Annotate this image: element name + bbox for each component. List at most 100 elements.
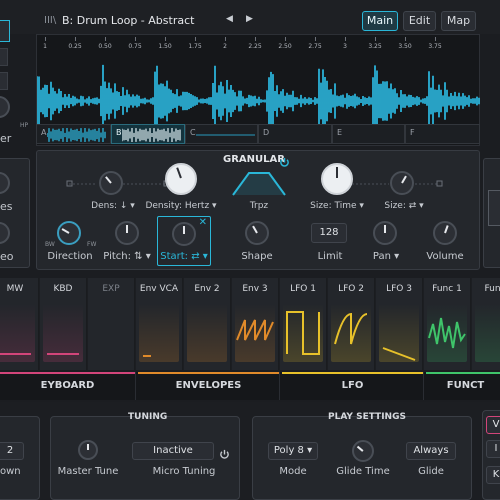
master-tune-knob[interactable] [78, 440, 98, 460]
ruler-label: 0.75 [128, 43, 142, 50]
micro-tuning-value[interactable]: Inactive [132, 442, 214, 460]
tab-edit[interactable]: Edit [403, 11, 436, 31]
ruler-label: 2 [223, 43, 227, 50]
ruler-tick [315, 37, 316, 41]
power-icon[interactable] [219, 445, 230, 464]
mode-dropdown[interactable]: Poly 8 ▾ [268, 442, 318, 460]
pitch-knob[interactable] [115, 221, 139, 245]
right-button-i[interactable]: I [486, 440, 500, 458]
mod-source-visual [427, 304, 467, 362]
tab-envelopes[interactable]: ENVELOPES [138, 372, 280, 400]
mod-source-lfo-3[interactable]: LFO 3 [376, 278, 423, 370]
shape-knob[interactable] [245, 221, 269, 245]
glide-time-knob[interactable] [352, 440, 374, 462]
ruler-tick [285, 37, 286, 41]
slice-d[interactable]: D [258, 124, 332, 144]
mod-source-env-2[interactable]: Env 2 [184, 278, 231, 370]
mod-source-exp[interactable]: EXP [88, 278, 135, 370]
dens-label[interactable]: Dens: ↓ ▾ [91, 201, 135, 211]
mod-source-shape [382, 347, 416, 361]
mod-source-shape [428, 317, 466, 349]
ruler-tick [195, 37, 196, 41]
left-bottom-value[interactable]: 2 [0, 442, 24, 460]
slice-c[interactable]: C [185, 124, 258, 144]
limit-value[interactable]: 128 [311, 223, 347, 243]
ruler-tick [405, 37, 406, 41]
volume-knob[interactable] [433, 221, 457, 245]
left-bottom-label: own [0, 466, 21, 477]
tab-color-bar [426, 372, 500, 374]
mod-source-func-1[interactable]: Func 1 [424, 278, 471, 370]
slice-thumbnail [196, 134, 255, 136]
left-panel-box-2[interactable] [0, 72, 8, 90]
right-side-button[interactable] [488, 190, 500, 226]
density-label[interactable]: Density: Hertz ▾ [145, 201, 216, 211]
previous-preset-button[interactable]: ◀ [226, 14, 233, 24]
size-knob[interactable] [390, 171, 414, 195]
slice-label: D [263, 128, 270, 137]
left-panel-knob[interactable] [0, 96, 10, 118]
left-panel-button[interactable] [0, 20, 10, 42]
tuning-title: TUNING [128, 412, 168, 422]
close-icon[interactable]: ✕ [199, 217, 207, 228]
ruler-label: 2.75 [308, 43, 322, 50]
slice-f[interactable]: F [405, 124, 480, 144]
tab-funct[interactable]: FUNCT [426, 372, 500, 400]
limit-label: Limit [317, 251, 343, 262]
bottom-settings: 2 own TUNING Master Tune Inactive Micro … [0, 402, 500, 500]
mod-source-mw[interactable]: MW [0, 278, 39, 370]
mod-source-label: Func [484, 284, 500, 294]
glide-mode-value[interactable]: Always [406, 442, 456, 460]
mod-source-env-3[interactable]: Env 3 [232, 278, 279, 370]
tab-map[interactable]: Map [441, 11, 476, 31]
size-label[interactable]: Size: ⇄ ▾ [384, 201, 423, 211]
density-knob[interactable] [165, 163, 197, 195]
slice-b[interactable]: B [111, 124, 185, 144]
ruler-label: 3.25 [368, 43, 382, 50]
mod-source-label: MW [6, 284, 24, 294]
direction-knob[interactable] [57, 221, 81, 245]
ruler-label: 2.25 [248, 43, 262, 50]
start-label[interactable]: Start: ⇄ ▾ [160, 251, 208, 262]
left-label-eo: eo [0, 250, 14, 263]
slice-label: C [190, 128, 196, 137]
mod-source-shape [475, 304, 500, 362]
mod-source-visual [283, 304, 323, 362]
fw-label: FW [87, 241, 97, 248]
trapezoid-shape-display[interactable] [231, 169, 287, 197]
tab-lfo[interactable]: LFO [282, 372, 424, 400]
mod-source-shape [47, 353, 79, 355]
dens-knob[interactable] [99, 171, 123, 195]
mod-source-lfo-2[interactable]: LFO 2 [328, 278, 375, 370]
mode-label: Mode [279, 466, 307, 477]
slice-e[interactable]: E [332, 124, 405, 144]
pan-label[interactable]: Pan ▾ [373, 251, 399, 262]
left-panel-box[interactable] [0, 48, 8, 66]
size-time-knob[interactable] [321, 163, 353, 195]
size-time-label[interactable]: Size: Time ▾ [310, 201, 364, 211]
mod-source-func[interactable]: Func [472, 278, 500, 370]
tab-eyboard[interactable]: EYBOARD [0, 372, 136, 400]
trpz-label[interactable]: Trpz [250, 201, 268, 211]
mod-source-shape [286, 311, 320, 355]
ruler-label: 0.25 [68, 43, 82, 50]
next-preset-button[interactable]: ▶ [246, 14, 253, 24]
mod-source-lfo-1[interactable]: LFO 1 [280, 278, 327, 370]
mod-source-label: KBD [53, 284, 73, 294]
right-button-v[interactable]: V [486, 416, 500, 434]
pan-knob[interactable] [373, 221, 397, 245]
mod-source-kbd[interactable]: KBD [40, 278, 87, 370]
start-knob[interactable] [172, 222, 196, 246]
pitch-label[interactable]: Pitch: ⇅ ▾ [103, 251, 150, 262]
mod-source-label: Func 1 [432, 284, 462, 294]
mod-source-env-vca[interactable]: Env VCA [136, 278, 183, 370]
library-icon[interactable]: III\ [44, 15, 56, 26]
mod-source-visual [331, 304, 371, 362]
slice-a[interactable]: A [36, 124, 111, 144]
right-button-k[interactable]: K [486, 466, 500, 484]
play-settings-title: PLAY SETTINGS [328, 412, 406, 422]
tab-main[interactable]: Main [362, 11, 398, 31]
slice-thumbnail [47, 128, 106, 142]
preset-title[interactable]: B: Drum Loop - Abstract [62, 14, 194, 27]
ruler-tick [105, 37, 106, 41]
